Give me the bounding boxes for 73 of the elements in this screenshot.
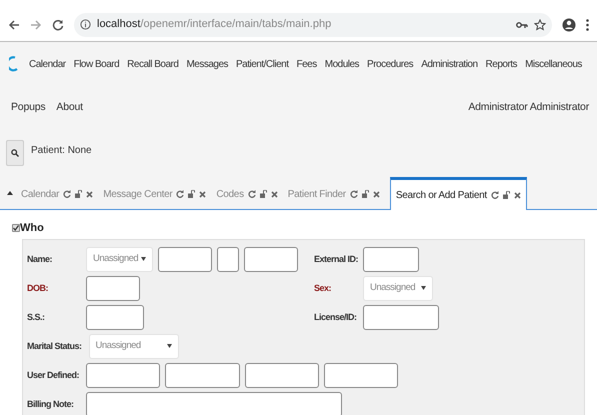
select-field[interactable]: Unassigned [363, 276, 433, 300]
refresh-icon[interactable] [176, 190, 184, 198]
menu-item[interactable]: Modules [324, 56, 360, 72]
field-label: Sex: [314, 282, 332, 294]
info-icon[interactable] [80, 19, 91, 30]
menu-item[interactable]: Calendar [29, 56, 66, 72]
menu-item[interactable]: Administration [421, 56, 478, 72]
field-label: Billing Note: [27, 398, 74, 410]
close-icon[interactable] [86, 190, 94, 198]
select-field[interactable]: Unassigned [88, 334, 179, 358]
section-checkbox[interactable] [12, 224, 20, 232]
lock-icon[interactable] [188, 190, 196, 198]
input-field[interactable] [363, 246, 419, 272]
field-label: User Defined: [27, 369, 80, 381]
input-field[interactable] [165, 362, 240, 388]
close-icon[interactable] [199, 190, 206, 198]
field-label: Name: [27, 253, 54, 265]
reload-icon[interactable] [52, 18, 64, 30]
close-icon[interactable] [514, 192, 521, 198]
refresh-icon[interactable] [63, 190, 72, 198]
lock-icon[interactable] [502, 191, 510, 199]
field-label: Marital Status: [27, 340, 83, 352]
caret-icon [141, 257, 146, 261]
menu-item[interactable]: Popups [11, 100, 46, 116]
refresh-icon[interactable] [248, 190, 256, 198]
menu-item[interactable]: Procedures [367, 56, 414, 72]
input-field[interactable] [363, 304, 439, 330]
menu-item[interactable]: Reports [486, 56, 518, 72]
lock-icon[interactable] [362, 190, 369, 198]
lock-icon[interactable] [75, 190, 82, 198]
logo-icon[interactable] [9, 56, 19, 72]
field-label: DOB: [27, 282, 49, 294]
refresh-icon[interactable] [490, 191, 499, 199]
input-field[interactable] [158, 246, 212, 272]
input-field[interactable] [244, 246, 298, 272]
back-icon[interactable] [8, 18, 20, 30]
select-field[interactable]: Unassigned [86, 246, 153, 272]
caret-icon [421, 286, 426, 290]
menu-icon[interactable] [586, 18, 589, 30]
url-text: localhost/openemr/interface/main/tabs/main.php [97, 17, 332, 32]
menu-item[interactable]: Miscellaneous [525, 56, 582, 72]
menu-item[interactable]: About [56, 100, 83, 116]
caret-icon [166, 344, 172, 348]
account-icon[interactable] [562, 18, 576, 32]
refresh-icon[interactable] [350, 190, 358, 198]
menu-item[interactable]: Messages [186, 56, 228, 72]
input-field[interactable] [86, 304, 144, 330]
input-field[interactable] [86, 362, 160, 388]
lock-icon[interactable] [260, 190, 267, 198]
collapse-icon[interactable] [7, 191, 13, 195]
section-title: Who [20, 221, 44, 236]
key-icon[interactable] [516, 20, 528, 28]
field-label: S.S.: [27, 311, 46, 323]
field-label: License/ID: [314, 311, 358, 323]
tab[interactable]: Search or Add Patient [390, 177, 527, 210]
field-label: External ID: [314, 253, 360, 265]
input-field[interactable] [86, 392, 342, 415]
input-field[interactable] [86, 276, 140, 300]
search-icon [11, 149, 19, 157]
input-field[interactable] [324, 362, 398, 388]
address-bar[interactable]: localhost/openemr/interface/main/tabs/main.php [74, 12, 552, 36]
input-field[interactable] [245, 362, 320, 388]
star-icon[interactable] [534, 18, 546, 30]
menu-item[interactable]: Patient/Client [236, 56, 288, 72]
patient-status: Patient: None [31, 144, 92, 158]
user-name[interactable]: Administrator Administrator [468, 100, 589, 116]
menu-item[interactable]: Fees [296, 56, 317, 72]
menu-item[interactable]: Flow Board [74, 56, 120, 72]
menu-item[interactable]: Recall Board [127, 56, 178, 72]
close-icon[interactable] [270, 190, 278, 198]
close-icon[interactable] [372, 190, 380, 198]
input-field[interactable] [217, 246, 239, 272]
search-button[interactable] [6, 140, 24, 166]
